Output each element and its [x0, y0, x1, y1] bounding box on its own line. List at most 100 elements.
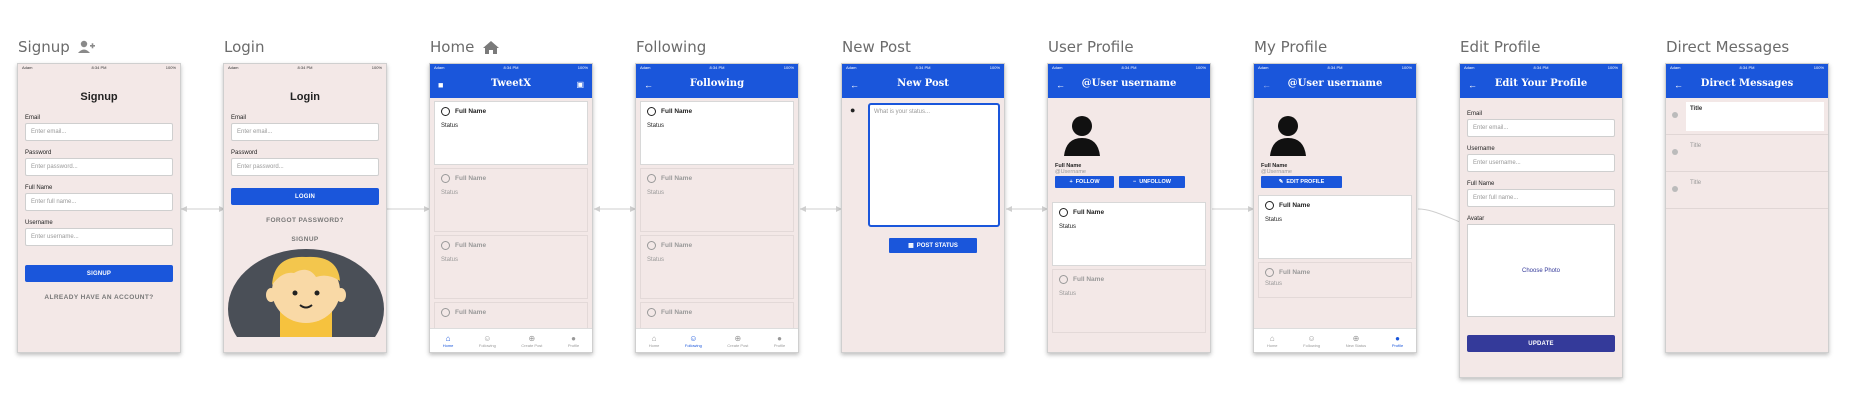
post-card[interactable]: Full Name Status: [434, 168, 588, 232]
nav-home[interactable]: ⌂ Home: [1267, 334, 1278, 348]
frame-label-text: New Post: [842, 38, 911, 56]
nav-following[interactable]: ☺ Following: [685, 334, 702, 348]
username-label: Username: [25, 220, 53, 226]
post-card[interactable]: Full Name Status: [434, 235, 588, 299]
email-field[interactable]: Enter email...: [231, 123, 379, 141]
message-thread[interactable]: Title: [1666, 172, 1828, 209]
nav-label: Following: [478, 342, 496, 348]
clock-text: 8:34 PM: [709, 65, 725, 70]
nav-profile[interactable]: ● Profile: [568, 334, 579, 348]
minus-icon: −: [1133, 179, 1137, 185]
nav-home[interactable]: ⌂ Home: [443, 334, 454, 348]
nav-create-post[interactable]: ⊕ Create Post: [521, 334, 542, 348]
full-name-label: Full Name: [1467, 181, 1495, 187]
frame-label-myprofile: My Profile: [1254, 38, 1327, 56]
user-icon: [1265, 201, 1274, 210]
screen-new-post: Adam 8:34 PM 100% ← New Post ● What is you…: [841, 63, 1005, 353]
unfollow-button[interactable]: − UNFOLLOW: [1119, 176, 1185, 188]
avatar: [1672, 149, 1678, 155]
username-field[interactable]: Enter username...: [25, 228, 173, 246]
update-button[interactable]: UPDATE: [1467, 335, 1615, 352]
status-textarea[interactable]: What is your status...: [868, 103, 1000, 227]
app-bar: Adam 8:34 PM 100% ■ TweetX ▣: [430, 64, 592, 98]
post-card[interactable]: Full Name Status: [1052, 269, 1206, 333]
post-author: Full Name: [661, 242, 693, 249]
nav-label: Profile: [567, 342, 580, 348]
person-icon: ●: [571, 333, 576, 343]
nav-create-post[interactable]: ⊕ Create Post: [727, 334, 748, 348]
nav-label: New Status: [1345, 342, 1367, 348]
login-button[interactable]: LOGIN: [231, 188, 379, 205]
thread-title: Title: [1690, 180, 1702, 186]
nav-following[interactable]: ☺ Following: [1303, 334, 1320, 348]
full-name-field[interactable]: Enter full name...: [1467, 189, 1615, 207]
avatar-label: Avatar: [1467, 216, 1485, 222]
username-field[interactable]: Enter username...: [1467, 154, 1615, 172]
frame-label-text: User Profile: [1048, 38, 1134, 56]
screen-signup: Adam 8:34 PM 100% Signup Email Enter email…: [17, 63, 181, 353]
signup-link[interactable]: SIGNUP: [224, 236, 386, 243]
email-field[interactable]: Enter email...: [1467, 119, 1615, 137]
choose-photo-area[interactable]: Choose Photo: [1467, 224, 1615, 317]
already-have-account-link[interactable]: ALREADY HAVE AN ACCOUNT?: [18, 294, 180, 301]
post-author: Full Name: [1073, 276, 1105, 283]
message-thread[interactable]: Title: [1666, 98, 1828, 135]
app-bar: Adam 8:34 PM 100% ← New Post: [842, 64, 1004, 98]
full-name-field[interactable]: Enter full name...: [25, 193, 173, 211]
user-icon: [1059, 275, 1068, 284]
nav-following[interactable]: ☺ Following: [479, 334, 496, 348]
post-status-button[interactable]: ▩ POST STATUS: [889, 238, 977, 253]
screen-direct-messages: Adam 8:34 PM 100% ← Direct Messages Title …: [1665, 63, 1829, 353]
email-field[interactable]: Enter email...: [25, 123, 173, 141]
home-icon: ⌂: [1269, 333, 1275, 343]
button-label: EDIT PROFILE: [1286, 179, 1325, 185]
bottom-nav: ⌂ Home ☺ Following ⊕ Create Post ● Profile: [636, 328, 798, 352]
screen-login: Adam 8:34 PM 100% Login Email Enter email.…: [223, 63, 387, 353]
clock-text: 8:34 PM: [915, 65, 931, 70]
post-card[interactable]: Full Name Status: [1258, 262, 1412, 298]
post-author: Full Name: [1073, 209, 1105, 216]
home-icon: ⌂: [651, 333, 657, 343]
frame-label-userprofile: User Profile: [1048, 38, 1134, 56]
clock-text: 8:34 PM: [91, 65, 107, 70]
edit-profile-button[interactable]: ✎ EDIT PROFILE: [1261, 176, 1342, 188]
status-bar: Adam 8:34 PM 100%: [842, 64, 1004, 71]
nav-label: Home: [442, 342, 454, 348]
nav-new-status[interactable]: ⊕ New Status: [1346, 334, 1366, 348]
user-icon: [441, 174, 450, 183]
clock-text: 8:34 PM: [1739, 65, 1755, 70]
frame-label-text: My Profile: [1254, 38, 1328, 56]
nav-label: Following: [684, 342, 702, 348]
message-icon[interactable]: ▣: [576, 80, 584, 89]
post-card[interactable]: Full Name Status: [640, 235, 794, 299]
app-title: TweetX: [490, 78, 532, 89]
password-field[interactable]: Enter password...: [231, 158, 379, 176]
signup-button[interactable]: SIGNUP: [25, 265, 173, 282]
nav-label: Home: [1266, 342, 1278, 348]
app-title: @User username: [1287, 78, 1383, 89]
post-card[interactable]: Full Name Status: [434, 101, 588, 165]
post-card[interactable]: Full Name Status: [1052, 202, 1206, 266]
forgot-password-link[interactable]: FORGOT PASSWORD?: [224, 217, 386, 224]
home-icon: [483, 40, 500, 54]
post-status: Status: [441, 190, 459, 196]
frame-label-text: Home: [430, 38, 475, 56]
post-card[interactable]: Full Name Status: [640, 168, 794, 232]
post-status: Status: [1265, 281, 1283, 287]
frame-label-editprofile: Edit Profile: [1460, 38, 1540, 56]
post-status: Status: [1265, 217, 1283, 223]
screen-following: Adam 8:34 PM 100% ← Following Full Name Sta…: [635, 63, 799, 353]
status-bar: Adam 8:34 PM 100%: [18, 64, 180, 71]
post-card[interactable]: Full Name Status: [640, 101, 794, 165]
password-field[interactable]: Enter password...: [25, 158, 173, 176]
post-card[interactable]: Full Name Status: [1258, 195, 1412, 259]
nav-profile[interactable]: ● Profile: [774, 334, 785, 348]
message-thread[interactable]: Title: [1666, 135, 1828, 172]
frame-label-dm: Direct Messages: [1666, 38, 1789, 56]
post-author: Full Name: [455, 108, 487, 115]
follow-button[interactable]: + FOLLOW: [1055, 176, 1114, 188]
post-status: Status: [647, 190, 665, 196]
nav-profile[interactable]: ● Profile: [1392, 334, 1403, 348]
nav-home[interactable]: ⌂ Home: [649, 334, 660, 348]
nav-label: Home: [648, 342, 660, 348]
